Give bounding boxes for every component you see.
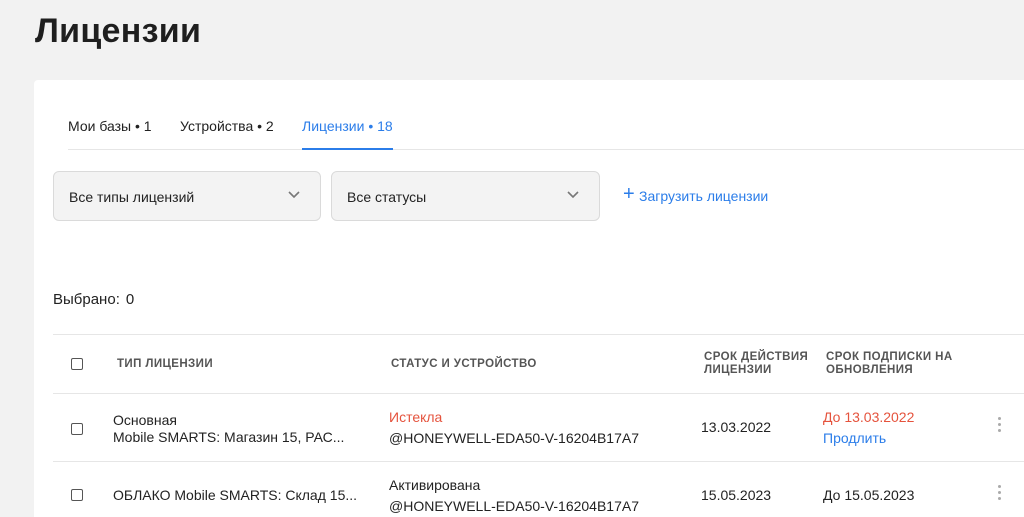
- row-device: @HONEYWELL-EDA50-V-16204B17A7: [389, 430, 639, 446]
- table-header-divider: [53, 393, 1024, 394]
- select-all-checkbox[interactable]: [71, 358, 83, 370]
- row-status-device: Активирована @HONEYWELL-EDA50-V-16204B17…: [389, 477, 639, 515]
- column-header-subscription-line2: ОБНОВЛЕНИЯ: [826, 364, 914, 376]
- row-license-type: ОБЛАКО Mobile SMARTS: Склад 15...: [113, 487, 357, 504]
- tab-devices[interactable]: Устройства • 2: [180, 118, 274, 150]
- row-subscription-date: До 13.03.2022: [823, 409, 915, 425]
- table-top-divider: [53, 334, 1024, 335]
- kebab-menu-icon[interactable]: [994, 484, 1004, 502]
- selected-label: Выбрано:: [53, 291, 120, 308]
- tabs-bar: Мои базы • 1 Устройства • 2 Лицензии • 1…: [68, 116, 1024, 150]
- row-license-type-line1: Основная: [113, 412, 177, 428]
- column-header-status: СТАТУС И УСТРОЙСТВО: [391, 358, 537, 370]
- renew-link[interactable]: Продлить: [823, 430, 914, 447]
- tab-licenses[interactable]: Лицензии • 18: [302, 118, 393, 150]
- column-header-validity: СРОК ДЕЙСТВИЯ ЛИЦЕНЗИИ: [704, 351, 808, 377]
- page-title: Лицензии: [35, 12, 202, 50]
- row-status: Активирована: [389, 477, 481, 493]
- row-status-device: Истекла @HONEYWELL-EDA50-V-16204B17A7: [389, 409, 639, 447]
- row-license-type: Основная Mobile SMARTS: Магазин 15, РАС.…: [113, 412, 344, 446]
- licenses-card: Мои базы • 1 Устройства • 2 Лицензии • 1…: [34, 80, 1024, 517]
- row-validity: 15.05.2023: [701, 487, 772, 503]
- chevron-down-icon: [288, 191, 300, 199]
- chevron-down-icon: [567, 191, 579, 199]
- row-subscription-date: До 15.05.2023: [823, 487, 915, 503]
- license-type-select[interactable]: Все типы лицензий: [53, 171, 321, 221]
- row-checkbox[interactable]: [71, 423, 83, 435]
- row-checkbox[interactable]: [71, 489, 83, 501]
- column-header-validity-line1: СРОК ДЕЙСТВИЯ: [704, 351, 809, 363]
- row-divider: [53, 461, 1024, 462]
- row-license-type-line1: ОБЛАКО Mobile SMARTS: Склад 15...: [113, 487, 358, 503]
- row-subscription: До 15.05.2023: [823, 487, 914, 504]
- tab-my-bases[interactable]: Мои базы • 1: [68, 118, 152, 150]
- license-type-select-value: Все типы лицензий: [69, 189, 195, 205]
- plus-icon: +: [623, 183, 635, 205]
- selected-count: Выбрано: 0: [53, 291, 134, 308]
- row-subscription: До 13.03.2022 Продлить: [823, 409, 914, 447]
- selected-number: 0: [125, 291, 135, 308]
- column-header-type: ТИП ЛИЦЕНЗИИ: [117, 358, 213, 370]
- row-device: @HONEYWELL-EDA50-V-16204B17A7: [389, 498, 639, 514]
- status-select-value: Все статусы: [347, 189, 427, 205]
- status-select[interactable]: Все статусы: [331, 171, 600, 221]
- row-validity: 13.03.2022: [701, 419, 772, 435]
- upload-licenses-label: Загрузить лицензии: [639, 188, 769, 204]
- column-header-validity-line2: ЛИЦЕНЗИИ: [704, 364, 772, 376]
- column-header-subscription: СРОК ПОДПИСКИ НА ОБНОВЛЕНИЯ: [826, 351, 953, 377]
- row-license-type-line2: Mobile SMARTS: Магазин 15, РАС...: [113, 429, 345, 445]
- kebab-menu-icon[interactable]: [994, 416, 1004, 434]
- column-header-subscription-line1: СРОК ПОДПИСКИ НА: [826, 351, 953, 363]
- row-status: Истекла: [389, 409, 443, 425]
